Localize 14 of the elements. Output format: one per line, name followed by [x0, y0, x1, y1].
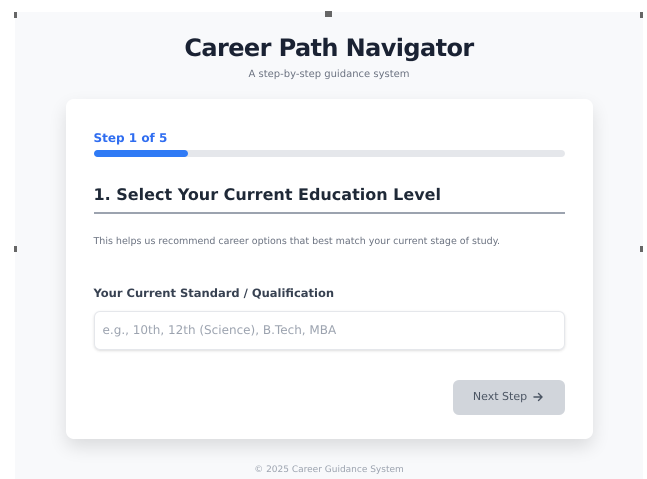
app-title: Career Path Navigator	[184, 34, 474, 62]
section-heading: 1. Select Your Current Education Level	[94, 184, 442, 206]
resize-handle	[14, 12, 17, 18]
resize-handle	[14, 246, 17, 252]
section-description: This helps us recommend career options that best match your current stage of study.	[94, 235, 501, 249]
arrow-right-icon	[533, 392, 544, 402]
resize-handle	[640, 246, 643, 252]
field-label: Your Current Standard / Qualification	[94, 285, 336, 302]
resize-handle	[325, 11, 332, 17]
qualification-input[interactable]: e.g., 10th, 12th (Science), B.Tech, MBA	[94, 310, 564, 350]
step-counter: Step 1 of 5	[94, 130, 168, 146]
app-subtitle: A step-by-step guidance system	[248, 68, 410, 82]
footer-copyright: © 2025 Career Guidance System	[254, 464, 404, 477]
resize-handle	[640, 12, 643, 18]
